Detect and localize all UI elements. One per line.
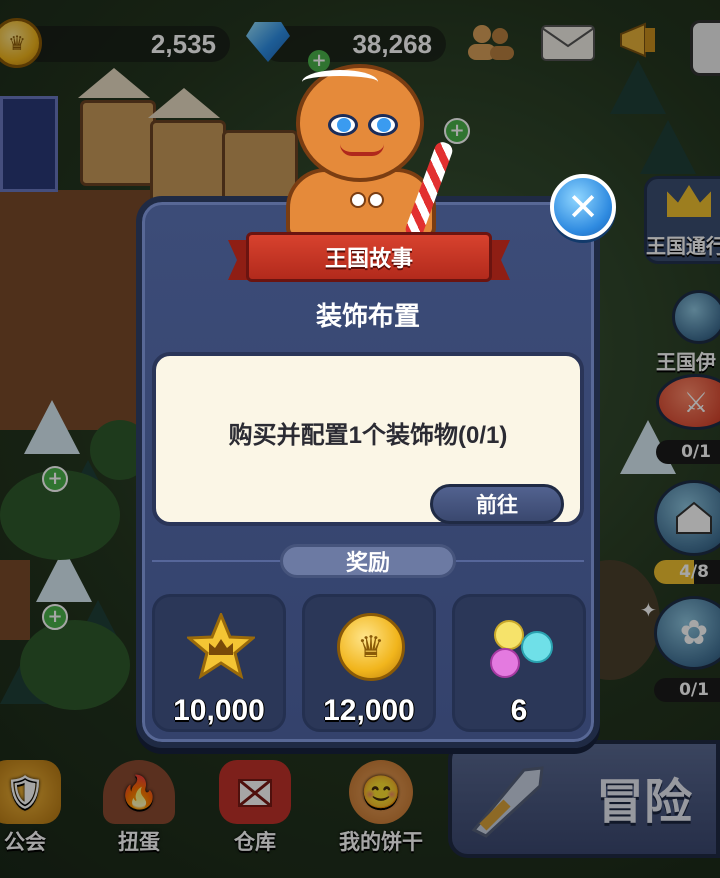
cookie-button-icon <box>368 192 384 208</box>
close-button[interactable]: ✕ <box>550 174 616 240</box>
go-button[interactable]: 前往 <box>430 484 564 524</box>
reward-value: 10,000 <box>173 694 265 727</box>
crown-star-icon <box>187 613 255 679</box>
reward-tab: 奖励 <box>280 544 456 578</box>
cookie-eye <box>368 114 398 136</box>
reward-tab-label: 奖励 <box>345 550 390 575</box>
dialog-title: 装饰布置 <box>315 301 420 331</box>
reward-value: 6 <box>510 694 528 727</box>
rainbow-crystals-icon <box>490 620 553 678</box>
dialog-header-ribbon: 王国故事 <box>246 232 492 282</box>
close-icon: ✕ <box>567 185 599 229</box>
cookie-eye <box>328 114 358 136</box>
reward-value: 12,000 <box>323 694 415 727</box>
go-button-label: 前往 <box>476 494 518 517</box>
gold-coin-icon: ♛ <box>337 613 405 681</box>
task-description: 购买并配置1个装饰物(0/1) <box>228 422 508 449</box>
cookie-mouth <box>340 144 384 156</box>
cookie-icing <box>302 70 378 94</box>
cookie-button-icon <box>350 192 366 208</box>
